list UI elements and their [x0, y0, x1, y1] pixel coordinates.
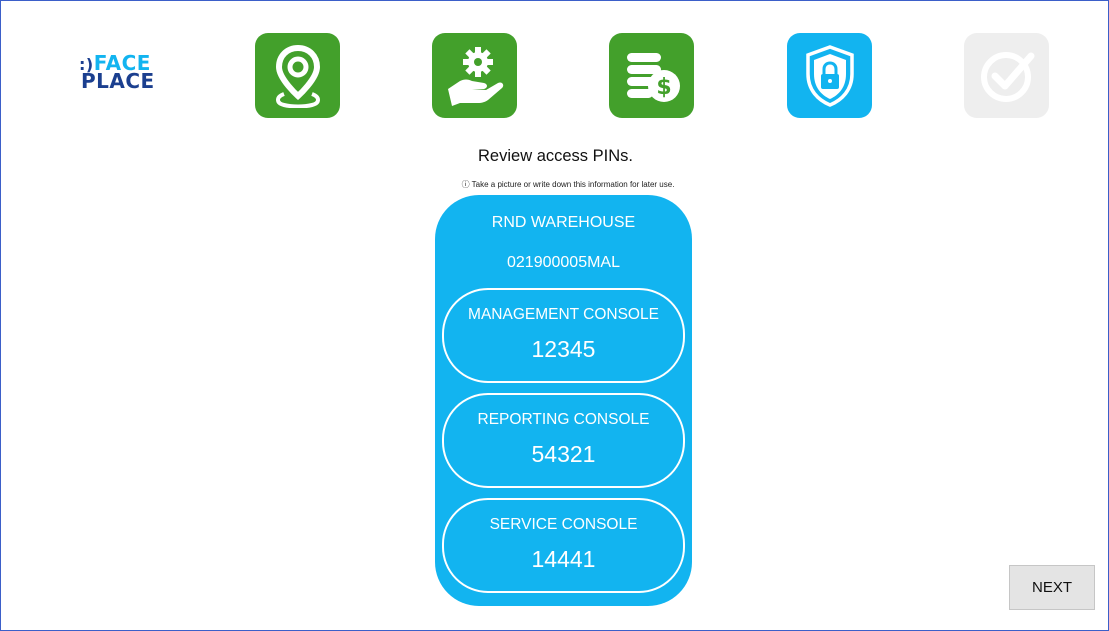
pin-value: 12345: [531, 336, 596, 362]
step-finish: [964, 33, 1049, 118]
shield-lock-icon: [805, 44, 854, 107]
hint-message: Take a picture or write down this inform…: [471, 180, 675, 189]
hand-gear-icon: [447, 46, 503, 106]
step-billing[interactable]: $: [609, 33, 694, 118]
step-location[interactable]: [255, 33, 340, 118]
pin-value: 14441: [531, 546, 596, 572]
pin-label: REPORTING CONSOLE: [477, 411, 650, 428]
pin-box-reporting: REPORTING CONSOLE 54321: [442, 393, 685, 488]
next-button[interactable]: NEXT: [1009, 565, 1095, 610]
faceplace-logo: :)FACE PLACE: [79, 53, 169, 99]
pin-card: RND WAREHOUSE 021900005MAL MANAGEMENT CO…: [435, 195, 692, 606]
step-security[interactable]: [787, 33, 872, 118]
logo-text-place: PLACE: [81, 69, 155, 93]
checkmark-icon: [980, 51, 1034, 102]
app-window: :)FACE PLACE $ Review access PINs. ⓘ Tak…: [0, 0, 1109, 631]
pin-box-service: SERVICE CONSOLE 14441: [442, 498, 685, 593]
location-pin-icon: [275, 44, 320, 108]
site-code: 021900005MAL: [507, 254, 620, 271]
page-title: Review access PINs.: [478, 147, 633, 165]
step-services[interactable]: [432, 33, 517, 118]
info-icon: ⓘ: [461, 180, 470, 189]
pin-label: MANAGEMENT CONSOLE: [468, 306, 659, 323]
svg-text:$: $: [656, 75, 671, 100]
hint-text: ⓘ Take a picture or write down this info…: [1, 179, 1109, 190]
pin-label: SERVICE CONSOLE: [489, 516, 638, 533]
pin-box-management: MANAGEMENT CONSOLE 12345: [442, 288, 685, 383]
coins-dollar-icon: $: [626, 52, 680, 102]
pin-value: 54321: [531, 441, 596, 467]
site-name: RND WAREHOUSE: [491, 214, 636, 231]
